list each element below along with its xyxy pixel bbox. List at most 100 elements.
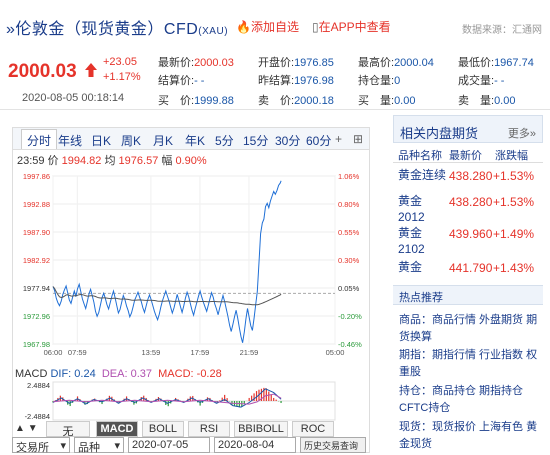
- info-price-label: 价: [47, 155, 59, 167]
- quote-timestamp: 2020-08-05 00:18:14: [22, 92, 125, 104]
- instrument-title: »伦敦金（现货黄金）CFD(XAU): [6, 15, 228, 39]
- history-query-bar: 交易所 ▾ 品种 ▾ 2020-07-05 2020-08-04 历史交易查询: [12, 437, 370, 454]
- tab-indicator[interactable]: BOLL: [142, 421, 184, 437]
- quote-field-label: 买 价:: [158, 95, 195, 107]
- quote-field-label: 最高价:: [358, 57, 395, 69]
- related-price: 439.960: [449, 227, 493, 241]
- tab-period[interactable]: 年线: [58, 132, 82, 149]
- history-query-button[interactable]: 历史交易查询: [300, 437, 366, 453]
- quote-field-label: 成交量:: [458, 75, 495, 87]
- y-tick-label: 1997.86: [23, 172, 50, 181]
- quote-field-value: 1999.88: [194, 95, 234, 107]
- chart-panel: 分时 年线 日K 周K 月K 年K 5分 15分 30分 60分 + ⊞ 23:59 价 1994.8…: [12, 127, 370, 453]
- plus-icon[interactable]: +: [335, 132, 342, 146]
- variety-select[interactable]: 品种 ▾: [74, 437, 124, 454]
- hot-item[interactable]: 商品：商品行情 外盘期货 期货换算: [399, 312, 541, 346]
- macd-chart[interactable]: 2.4884 -2.4884: [13, 380, 369, 422]
- hot-title: 热点推荐: [399, 292, 443, 304]
- date-to-input[interactable]: 2020-08-04: [214, 437, 296, 453]
- info-avg: 1976.57: [118, 155, 159, 167]
- hot-header: 热点推荐: [393, 285, 543, 305]
- related-futures-panel: 相关内盘期货 更多» 品种名称 最新价 涨跌幅 黄金连续 438.280 +1.53…: [393, 115, 543, 453]
- scroll-up-icon[interactable]: ▲: [15, 423, 25, 434]
- instrument-name: 伦敦金（现货黄金）CFD: [15, 21, 199, 38]
- x-tick-label: 05:00: [326, 348, 345, 357]
- scroll-down-icon[interactable]: ▼: [28, 423, 38, 434]
- quote-field-label: 昨结算:: [258, 75, 295, 87]
- related-row[interactable]: 黄金2012 438.280 +1.53%: [393, 191, 543, 224]
- last-price: 2000.03: [8, 61, 77, 82]
- tab-period[interactable]: 分时: [21, 129, 58, 149]
- related-columns: 品种名称 最新价 涨跌幅: [393, 143, 543, 163]
- quote-field-label: 最新价:: [158, 57, 195, 69]
- title-arrow-icon: »: [6, 21, 16, 38]
- related-row[interactable]: 黄金2102 439.960 +1.49%: [393, 223, 543, 256]
- tab-period[interactable]: 周K: [121, 132, 141, 149]
- grid-icon[interactable]: ⊞: [353, 132, 363, 146]
- tab-period[interactable]: 月K: [153, 132, 173, 149]
- macd-value: -0.28: [196, 368, 222, 380]
- info-range: 0.90%: [175, 155, 207, 167]
- indicator-scroll: ▲ ▼: [15, 423, 38, 434]
- y-tick-label-right: 0.80%: [338, 200, 360, 209]
- y-tick-label: 1987.90: [23, 228, 50, 237]
- dea-value: 0.37: [130, 368, 153, 380]
- exchange-select[interactable]: 交易所 ▾: [12, 437, 70, 454]
- y-tick-label: 1977.94: [23, 284, 50, 293]
- quote-field-label: 开盘价:: [258, 57, 295, 69]
- chart-period-tabs: 分时 年线 日K 周K 月K 年K 5分 15分 30分 60分 + ⊞: [13, 128, 369, 150]
- hot-item[interactable]: 期指：期指行情 行业指数 权重股: [399, 347, 541, 381]
- tab-indicator[interactable]: RSI: [188, 421, 230, 437]
- x-tick-label: 07:59: [68, 348, 87, 357]
- dif-label: DIF:: [50, 368, 72, 380]
- info-price: 1994.82: [61, 155, 102, 167]
- hot-item[interactable]: 持仓：商品持仓 期指持仓 CFTC持仓: [399, 383, 541, 417]
- price-change: +23.05 +1.17%: [103, 55, 141, 85]
- tab-period[interactable]: 年K: [185, 132, 205, 149]
- x-tick-label: 13:59: [141, 348, 160, 357]
- tab-indicator[interactable]: MACD: [96, 421, 138, 437]
- related-name: 黄金2102: [398, 226, 425, 256]
- related-more-link[interactable]: 更多»: [508, 125, 536, 141]
- related-row[interactable]: 黄金 441.790 +1.43%: [393, 257, 543, 285]
- add-favorite-button[interactable]: 🔥添加自选: [236, 18, 299, 35]
- tab-indicator[interactable]: BBIBOLL: [234, 421, 288, 437]
- chevron-down-icon: ▾: [60, 440, 66, 452]
- quote-field-value: 0.00: [394, 95, 416, 107]
- variety-select-value: 品种: [78, 442, 100, 454]
- dea-label: DEA:: [101, 368, 128, 380]
- quote-field-value: 1967.74: [494, 57, 534, 69]
- quote-field: 成交量:- -: [458, 72, 504, 88]
- tab-period[interactable]: 5分: [215, 132, 234, 149]
- add-favorite-label: 添加自选: [250, 20, 299, 34]
- macd-legend: MACD DIF: 0.24 DEA: 0.37 MACD: -0.28: [15, 368, 222, 380]
- x-tick-label: 06:00: [44, 348, 63, 357]
- change-abs: +23.05: [103, 56, 137, 68]
- related-header: 相关内盘期货 更多»: [393, 115, 543, 143]
- quote-field: 持仓量:0: [358, 72, 400, 88]
- related-row[interactable]: 黄金连续 438.280 +1.53%: [393, 165, 543, 187]
- quote-field-label: 持仓量:: [358, 75, 395, 87]
- related-price: 438.280: [449, 169, 493, 183]
- tab-indicator[interactable]: 无: [46, 421, 90, 438]
- up-arrow-icon: [85, 63, 97, 77]
- date-from-input[interactable]: 2020-07-05: [128, 437, 210, 453]
- quote-field-label: 卖 价:: [258, 95, 295, 107]
- tab-period[interactable]: 15分: [243, 132, 268, 149]
- quote-field: 结算价:- -: [158, 72, 204, 88]
- open-in-app-button[interactable]: ▯在APP中查看: [312, 18, 391, 35]
- tab-period[interactable]: 60分: [306, 132, 331, 149]
- y-tick-label: 1992.88: [23, 200, 50, 209]
- quote-field: 卖 量:0.00: [458, 92, 515, 108]
- quote-field-value: 0: [394, 75, 401, 87]
- tab-indicator[interactable]: ROC: [292, 421, 334, 437]
- quote-field: 昨结算:1976.98: [258, 72, 334, 88]
- macd-value-label: MACD:: [158, 368, 194, 380]
- tab-period[interactable]: 30分: [275, 132, 300, 149]
- x-tick-label: 21:59: [240, 348, 259, 357]
- hot-item[interactable]: 现货：现货报价 上海有色 黄金现货: [399, 419, 541, 453]
- macd-y-tick: -2.4884: [25, 412, 50, 421]
- y-tick-label-right: -0.20%: [338, 312, 362, 321]
- tab-period[interactable]: 日K: [91, 132, 111, 149]
- intraday-chart[interactable]: 1997.86 1.06% 1992.88 0.80% 1987.90 0.55% 1982…: [13, 168, 369, 368]
